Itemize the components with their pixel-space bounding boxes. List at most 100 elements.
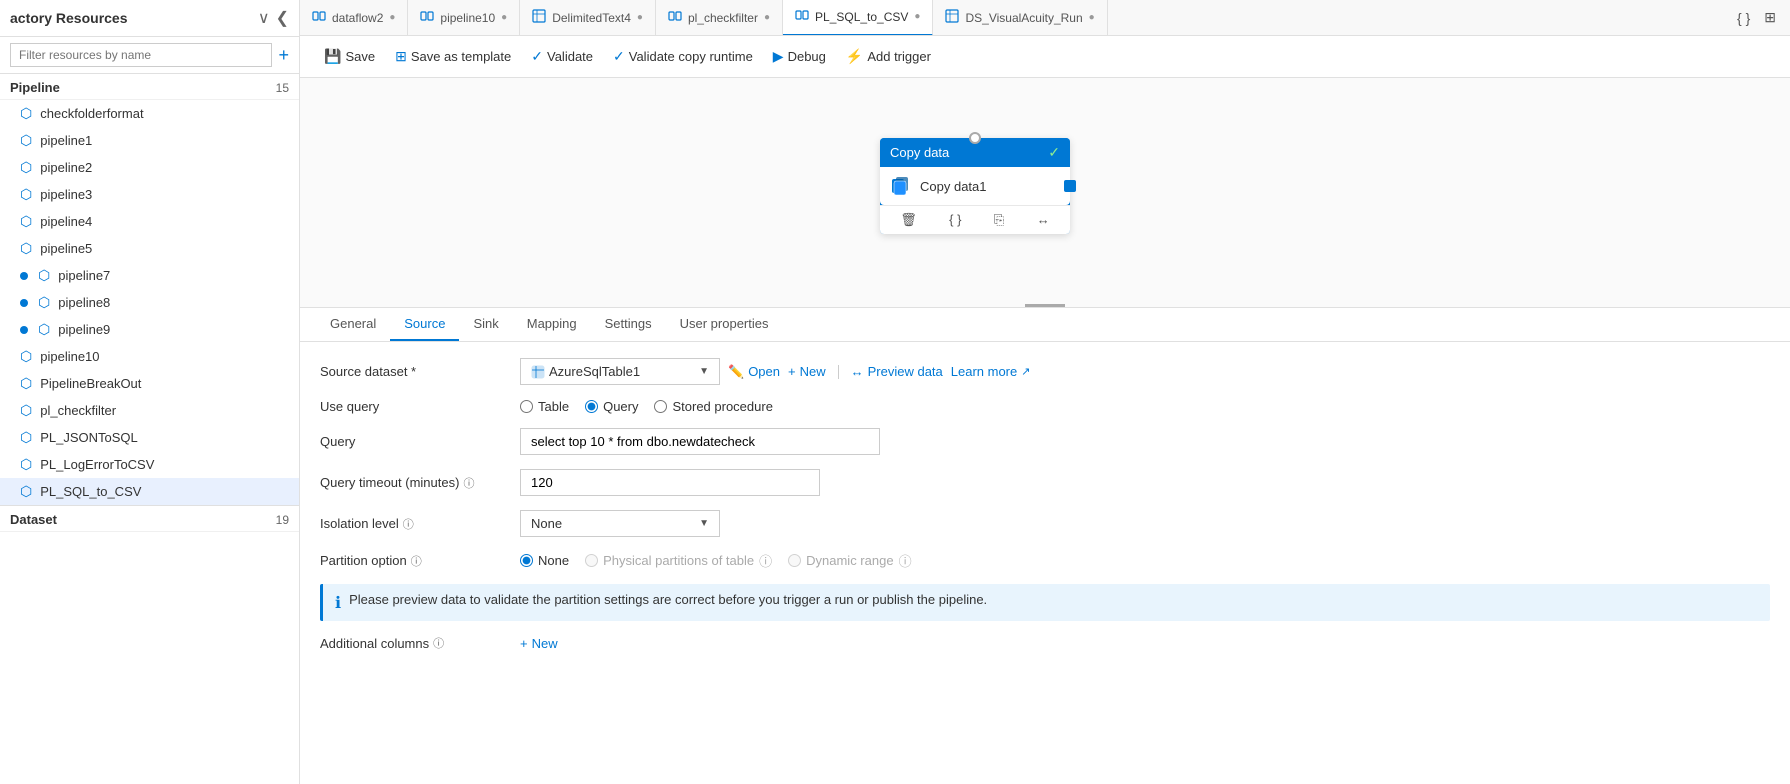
learn-more-link[interactable]: Learn more ↗ <box>951 364 1031 379</box>
partition-physical-input[interactable] <box>585 554 598 567</box>
save-button[interactable]: 💾 Save <box>316 44 383 69</box>
radio-query-input[interactable] <box>585 400 598 413</box>
save-template-button[interactable]: ⊞ Save as template <box>387 44 519 69</box>
node-right-handle <box>1064 180 1076 192</box>
validate-icon: ✓ <box>531 48 543 65</box>
query-timeout-info-icon[interactable]: ⓘ <box>463 475 474 491</box>
tab-sink[interactable]: Sink <box>459 308 512 341</box>
isolation-level-row: Isolation level ⓘ None ▼ <box>320 510 1770 537</box>
pipeline-section-header[interactable]: Pipeline 15 <box>0 74 299 100</box>
collapse-icon[interactable]: ∨ <box>258 8 270 28</box>
node-link-icon[interactable]: ↔ <box>1031 210 1056 230</box>
source-dataset-dropdown[interactable]: AzureSqlTable1 ▼ <box>520 358 720 385</box>
filter-input[interactable] <box>10 43 272 67</box>
additional-columns-info-icon[interactable]: ⓘ <box>433 635 444 651</box>
partition-dynamic[interactable]: Dynamic range ⓘ <box>788 551 911 570</box>
tab-pl-checkfilter-label: pl_checkfilter <box>688 11 758 25</box>
partition-option-control: None Physical partitions of table ⓘ Dyna… <box>520 551 1770 570</box>
query-input[interactable] <box>520 428 880 455</box>
validate-copy-button[interactable]: ✓ Validate copy runtime <box>605 44 761 69</box>
dataset-section-header[interactable]: Dataset 19 <box>0 505 299 532</box>
pipeline-item[interactable]: ⬡ pipeline5 <box>0 235 299 262</box>
pipeline-item[interactable]: ⬡ pipeline10 <box>0 343 299 370</box>
partition-none[interactable]: None <box>520 553 569 568</box>
partition-none-input[interactable] <box>520 554 533 567</box>
partition-option-info-icon[interactable]: ⓘ <box>411 553 422 569</box>
use-query-row: Use query Table Query Stored procedure <box>320 399 1770 414</box>
debug-button[interactable]: ▶ Debug <box>765 44 834 69</box>
tab-actions: { } ⊞ <box>1733 7 1790 28</box>
partition-physical-info-icon[interactable]: ⓘ <box>759 551 772 570</box>
collapse-left-icon[interactable]: ❮ <box>276 8 289 28</box>
node-clone-icon[interactable]: ⎘ <box>988 210 1010 230</box>
pipeline-item[interactable]: ⬡ pipeline8 <box>0 289 299 316</box>
tab-pl-checkfilter-close[interactable]: ● <box>764 12 770 23</box>
new-dataset-button[interactable]: + New <box>788 364 826 379</box>
split-view-button[interactable]: ⊞ <box>1760 7 1780 28</box>
pipeline-item[interactable]: ⬡ pipeline9 <box>0 316 299 343</box>
node-top-handle <box>969 132 981 144</box>
tab-general[interactable]: General <box>316 308 390 341</box>
tab-user-properties[interactable]: User properties <box>666 308 783 341</box>
pipeline-item[interactable]: ⬡ pipeline3 <box>0 181 299 208</box>
tab-dataflow2[interactable]: dataflow2 ● <box>300 0 408 36</box>
tab-ds-visualacuity-close[interactable]: ● <box>1089 12 1095 23</box>
tab-source[interactable]: Source <box>390 308 459 341</box>
copy-data-node[interactable]: Copy data ✓ Copy data1 🗑 { } ⎘ ↔ <box>880 138 1070 234</box>
tab-pipeline10[interactable]: pipeline10 ● <box>408 0 520 36</box>
tab-mapping[interactable]: Mapping <box>513 308 591 341</box>
tab-ds-visualacuity-label: DS_VisualAcuity_Run <box>965 11 1082 25</box>
pipeline-item[interactable]: ⬡ pipeline7 <box>0 262 299 289</box>
radio-table-input[interactable] <box>520 400 533 413</box>
pipeline-item[interactable]: ⬡ pl_checkfilter <box>0 397 299 424</box>
radio-stored-procedure[interactable]: Stored procedure <box>654 399 772 414</box>
pipeline-item[interactable]: ⬡ pipeline4 <box>0 208 299 235</box>
add-trigger-button[interactable]: ⚡ Add trigger <box>838 44 939 69</box>
tab-pl-sql-to-csv[interactable]: PL_SQL_to_CSV ● <box>783 0 933 36</box>
tab-ds-visualacuity[interactable]: DS_VisualAcuity_Run ● <box>933 0 1107 36</box>
pipeline-item[interactable]: ⬡ pipeline2 <box>0 154 299 181</box>
pipeline-item[interactable]: ⬡ checkfolderformat <box>0 100 299 127</box>
save-template-icon: ⊞ <box>395 48 407 65</box>
node-delete-icon[interactable]: 🗑 <box>894 210 923 230</box>
tab-pl-sql-to-csv-close[interactable]: ● <box>914 11 920 22</box>
node-code-icon[interactable]: { } <box>943 210 967 230</box>
add-resource-button[interactable]: + <box>278 45 289 66</box>
pipeline-item-active[interactable]: ⬡ PL_SQL_to_CSV <box>0 478 299 505</box>
open-dataset-button[interactable]: ✏️ Open <box>728 364 780 380</box>
add-new-column-button[interactable]: + New <box>520 636 558 651</box>
radio-stored-procedure-input[interactable] <box>654 400 667 413</box>
pipeline-item[interactable]: ⬡ PipelineBreakOut <box>0 370 299 397</box>
radio-query[interactable]: Query <box>585 399 638 414</box>
validate-button[interactable]: ✓ Validate <box>523 44 601 69</box>
tab-pipeline10-close[interactable]: ● <box>501 12 507 23</box>
partition-physical[interactable]: Physical partitions of table ⓘ <box>585 551 772 570</box>
save-label: Save <box>345 49 375 64</box>
canvas-area[interactable]: Copy data ✓ Copy data1 🗑 { } ⎘ ↔ <box>300 78 1790 308</box>
separator <box>838 365 839 379</box>
pipeline-name: PipelineBreakOut <box>40 376 141 391</box>
tab-delimitedtext4-close[interactable]: ● <box>637 12 643 23</box>
isolation-level-info-icon[interactable]: ⓘ <box>403 516 414 532</box>
main-area: dataflow2 ● pipeline10 ● DelimitedText4 … <box>300 0 1790 784</box>
partition-dynamic-info-icon[interactable]: ⓘ <box>899 551 912 570</box>
pipeline-item[interactable]: ⬡ PL_JSONToSQL <box>0 424 299 451</box>
tab-settings[interactable]: Settings <box>591 308 666 341</box>
partition-dynamic-input[interactable] <box>788 554 801 567</box>
pipeline-item[interactable]: ⬡ pipeline1 <box>0 127 299 154</box>
tab-dataflow2-label: dataflow2 <box>332 11 383 25</box>
dataset-value: AzureSqlTable1 <box>531 364 640 379</box>
radio-table[interactable]: Table <box>520 399 569 414</box>
tab-pl-checkfilter[interactable]: pl_checkfilter ● <box>656 0 783 36</box>
tab-delimitedtext4[interactable]: DelimitedText4 ● <box>520 0 656 36</box>
validate-copy-icon: ✓ <box>613 48 625 65</box>
code-view-button[interactable]: { } <box>1733 8 1754 28</box>
isolation-level-dropdown[interactable]: None ▼ <box>520 510 720 537</box>
sidebar-header-icons: ∨ ❮ <box>258 8 289 28</box>
add-trigger-icon: ⚡ <box>846 48 863 65</box>
pipeline-icon: ⬡ <box>38 294 50 311</box>
pipeline-item[interactable]: ⬡ PL_LogErrorToCSV <box>0 451 299 478</box>
tab-dataflow2-close[interactable]: ● <box>389 12 395 23</box>
preview-data-button[interactable]: ↔ Preview data <box>851 364 943 379</box>
query-timeout-input[interactable] <box>520 469 820 496</box>
